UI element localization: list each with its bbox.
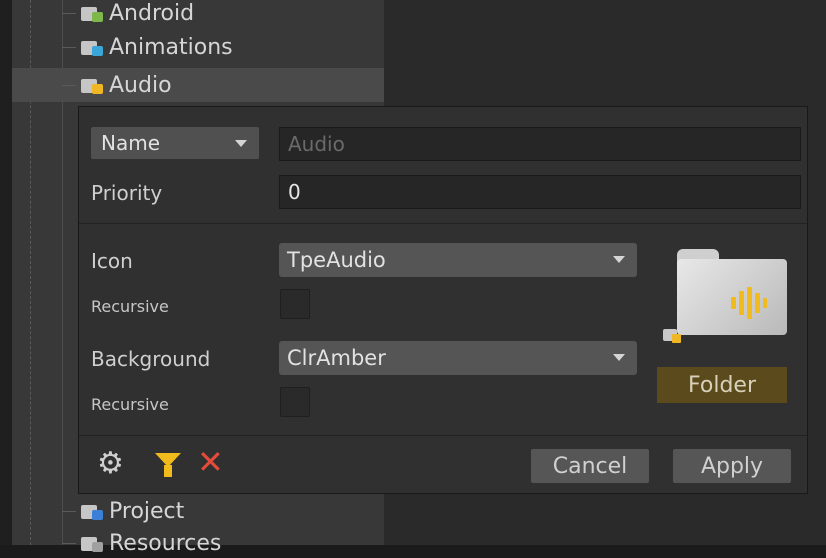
icon-label: Icon (91, 249, 133, 273)
chevron-down-icon (235, 140, 247, 147)
background-recursive-label: Recursive (91, 395, 169, 414)
tree-item-label: Android (109, 0, 195, 26)
apply-button-label: Apply (700, 453, 764, 479)
icon-recursive-checkbox[interactable] (280, 289, 310, 319)
tree-item-label: Audio (109, 72, 172, 98)
name-input-placeholder: Audio (288, 132, 345, 156)
tree-item-animations[interactable]: Animations (62, 32, 233, 62)
cancel-button-label: Cancel (552, 453, 628, 479)
tree-item-android[interactable]: Android (62, 0, 194, 28)
priority-input[interactable]: 0 (279, 175, 801, 209)
resources-folder-icon (81, 534, 103, 552)
tree-item-label: Resources (109, 530, 222, 556)
icon-select[interactable]: TpeAudio (279, 243, 637, 277)
project-folder-icon (81, 502, 103, 520)
folder-preview-button[interactable]: Folder (657, 367, 787, 403)
name-input[interactable]: Audio (279, 127, 801, 161)
folder-style-inspector: Name Audio Priority 0 Icon TpeAudio Recu… (78, 106, 808, 494)
tree-item-audio[interactable]: Audio (12, 68, 384, 102)
icon-recursive-label: Recursive (91, 297, 169, 316)
android-folder-icon (81, 4, 103, 22)
chevron-down-icon (613, 354, 625, 361)
tree-item-label: Animations (109, 34, 233, 60)
tree-item-resources[interactable]: Resources (62, 528, 221, 558)
folder-preview-label: Folder (688, 372, 756, 398)
apply-button[interactable]: Apply (673, 449, 791, 483)
priority-label: Priority (91, 181, 163, 205)
animations-folder-icon (81, 38, 103, 56)
priority-value: 0 (288, 180, 301, 204)
background-label: Background (91, 347, 211, 371)
chevron-down-icon (613, 256, 625, 263)
folder-preview-icon (677, 249, 787, 335)
audio-wave-icon (731, 287, 767, 319)
cancel-button[interactable]: Cancel (531, 449, 649, 483)
match-mode-dropdown[interactable]: Name (91, 127, 259, 159)
background-select-value: ClrAmber (287, 346, 386, 370)
gear-icon[interactable]: ⚙ (97, 449, 124, 479)
close-icon[interactable]: ✕ (197, 445, 224, 479)
audio-folder-icon (81, 76, 103, 94)
tree-item-label: Project (109, 498, 185, 524)
tree-item-project[interactable]: Project (62, 496, 184, 526)
match-mode-value: Name (101, 131, 161, 155)
mini-audio-folder-icon (663, 327, 681, 343)
left-edge (0, 0, 12, 545)
background-recursive-checkbox[interactable] (280, 387, 310, 417)
icon-select-value: TpeAudio (287, 248, 386, 272)
background-select[interactable]: ClrAmber (279, 341, 637, 375)
